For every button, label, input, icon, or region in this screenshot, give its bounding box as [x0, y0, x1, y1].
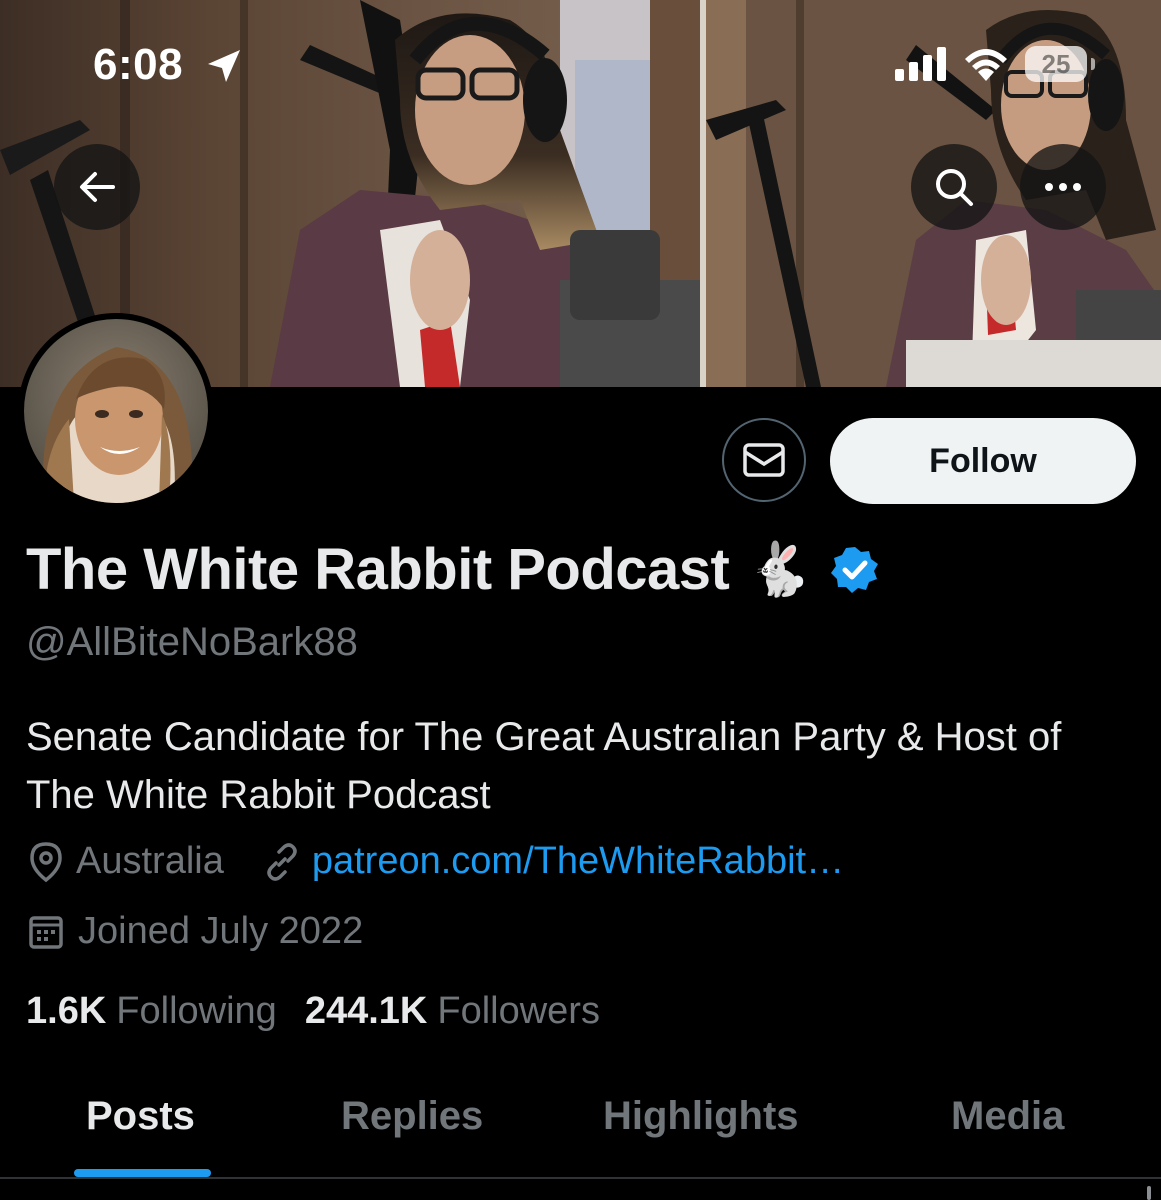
- joined-text: Joined July 2022: [78, 910, 364, 952]
- tab-posts[interactable]: Posts: [86, 1094, 195, 1139]
- location-item: Australia: [26, 840, 224, 883]
- following-link[interactable]: 1.6K Following: [26, 990, 277, 1033]
- followers-link[interactable]: 244.1K Followers: [305, 990, 600, 1033]
- followers-label: Followers: [437, 990, 600, 1032]
- display-name: The White Rabbit Podcast: [26, 537, 730, 602]
- website-link[interactable]: patreon.com/TheWhiteRabbit…: [312, 840, 844, 883]
- tab-highlights[interactable]: Highlights: [603, 1094, 799, 1139]
- profile-handle: @AllBiteNoBark88: [26, 620, 358, 664]
- status-indicators: 25: [895, 46, 1095, 82]
- search-icon: [936, 169, 973, 206]
- active-tab-indicator: [74, 1169, 211, 1177]
- search-button[interactable]: [911, 144, 997, 230]
- cellular-signal-icon: [895, 47, 946, 81]
- status-time: 6:08: [93, 40, 184, 89]
- back-arrow-icon: [80, 172, 115, 202]
- following-count: 1.6K: [26, 990, 107, 1032]
- tab-media[interactable]: Media: [951, 1094, 1064, 1139]
- joined-item: Joined July 2022: [26, 910, 363, 953]
- rabbit-emoji: 🐇: [747, 540, 813, 599]
- link-icon: [267, 842, 297, 881]
- website-item[interactable]: patreon.com/TheWhiteRabbit…: [262, 840, 844, 883]
- follow-button[interactable]: Follow: [830, 418, 1136, 504]
- tabs-divider: [0, 1177, 1161, 1179]
- following-label: Following: [116, 990, 277, 1032]
- profile-tabs: Posts Replies Highlights Media: [0, 1060, 1161, 1178]
- display-name-row: The White Rabbit Podcast 🐇: [26, 536, 880, 603]
- tab-replies[interactable]: Replies: [341, 1094, 483, 1139]
- profile-meta: Australia patreon.com/TheWhiteRabbit…: [26, 840, 882, 883]
- avatar-image: [24, 319, 208, 503]
- battery-icon: 25: [1025, 46, 1095, 82]
- message-button[interactable]: [722, 418, 806, 502]
- follow-counts: 1.6K Following 244.1K Followers: [26, 990, 628, 1033]
- profile-bio: Senate Candidate for The Great Australia…: [26, 715, 1062, 817]
- back-button[interactable]: [54, 144, 140, 230]
- avatar[interactable]: [18, 313, 214, 509]
- location-pin-icon: [30, 841, 62, 882]
- envelope-icon: [743, 443, 785, 477]
- scrollbar[interactable]: [1147, 1186, 1151, 1200]
- wifi-icon: [965, 49, 1007, 81]
- calendar-icon: [29, 915, 63, 949]
- more-button[interactable]: [1020, 144, 1106, 230]
- followers-count: 244.1K: [304, 990, 428, 1032]
- location-text: Australia: [76, 840, 224, 882]
- location-arrow-icon: [208, 50, 240, 82]
- verified-badge-icon[interactable]: [830, 545, 880, 595]
- more-icon: [1045, 183, 1081, 191]
